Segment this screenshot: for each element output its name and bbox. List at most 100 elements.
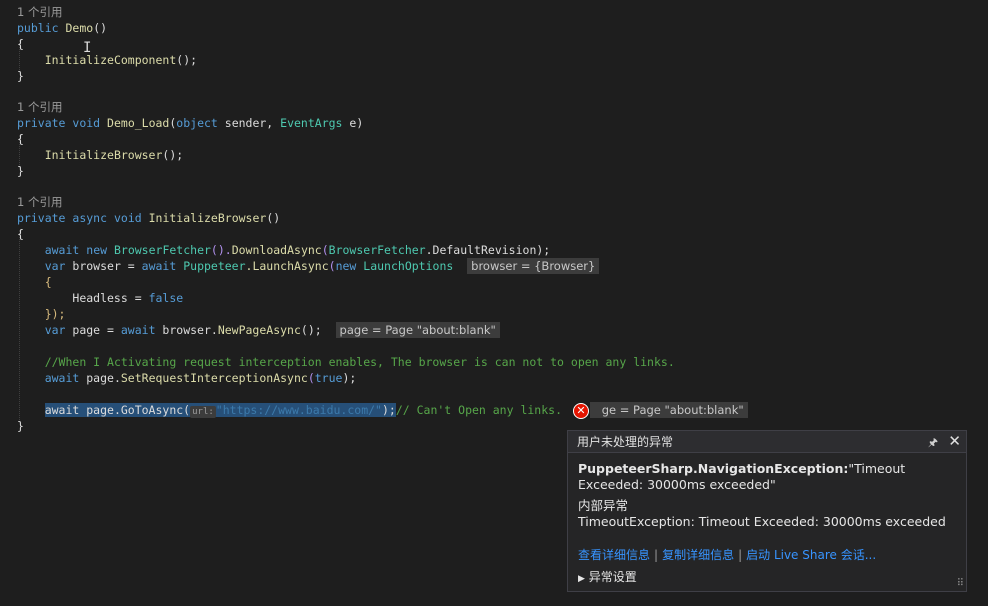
triangle-right-icon: ▶ [578, 574, 585, 584]
code-text: browser = [65, 259, 142, 273]
code-line: InitializeComponent(); [17, 52, 197, 68]
variable-datatip[interactable]: ge = Page "about:blank" [589, 402, 748, 418]
code-line: InitializeBrowser(); [17, 147, 183, 163]
keyword: await [44, 243, 80, 257]
resize-grip-icon[interactable]: ⠿ [957, 578, 964, 589]
popup-title: 用户未处理的异常 [577, 435, 674, 449]
code-text: () [93, 21, 108, 35]
link-separator: | [654, 548, 659, 562]
code-text: ( [321, 243, 329, 257]
variable-datatip[interactable]: browser = {Browser} [467, 258, 600, 274]
code-text: ( [328, 259, 336, 273]
keyword: void [113, 211, 142, 225]
exception-message: PuppeteerSharp.NavigationException:"Time… [578, 461, 956, 493]
reference-count[interactable]: 1 个引用 [17, 99, 62, 115]
code-line: private void Demo_Load(object sender, Ev… [17, 115, 363, 131]
code-text: sender, [217, 116, 281, 130]
code-text: ); [342, 371, 357, 385]
keyword: var [44, 259, 66, 273]
code-text: browser. [155, 323, 218, 337]
code-line: await page.SetRequestInterceptionAsync(t… [17, 370, 357, 386]
view-details-link[interactable]: 查看详细信息 [578, 548, 650, 562]
link-separator: | [738, 548, 743, 562]
keyword: object [176, 116, 218, 130]
code-text: ); [536, 243, 551, 257]
inner-exception-message: TimeoutException: Timeout Exceeded: 3000… [578, 514, 946, 529]
code-line: } [17, 164, 24, 178]
type-name: EventArgs [280, 116, 343, 130]
parameter-hint: url: [190, 406, 216, 418]
type-name: BrowserFetcher [328, 243, 426, 257]
reference-count[interactable]: 1 个引用 [17, 194, 62, 210]
keyword: async [72, 211, 108, 225]
code-text: page = [65, 323, 121, 337]
keyword: true [314, 371, 343, 385]
code-text: ( [307, 371, 315, 385]
code-text: e) [342, 116, 364, 130]
exception-settings-label: 异常设置 [588, 570, 637, 584]
action-links: 查看详细信息 | 复制详细信息 | 启动 Live Share 会话... [578, 547, 956, 563]
keyword: await [141, 259, 177, 273]
code-text: { [44, 275, 52, 289]
method-name: InitializeBrowser [148, 211, 267, 225]
highlighted-code: ); [381, 403, 396, 417]
code-line: { [17, 274, 52, 290]
code-text: (); [300, 323, 322, 337]
code-line: public Demo() [17, 20, 107, 36]
exception-settings-toggle[interactable]: ▶ 异常设置 [578, 569, 956, 587]
exception-type: PuppeteerSharp.NavigationException: [578, 461, 849, 476]
code-text: Headless = [72, 291, 149, 305]
reference-count[interactable]: 1 个引用 [17, 4, 62, 20]
code-line: { [17, 227, 24, 241]
keyword: private [17, 211, 66, 225]
code-line: } [17, 419, 24, 433]
copy-details-link[interactable]: 复制详细信息 [662, 548, 734, 562]
method-call: InitializeComponent [44, 53, 177, 67]
keyword: void [72, 116, 101, 130]
code-text: (); [176, 53, 198, 67]
code-text: (). [210, 243, 232, 257]
code-line: }); [17, 306, 66, 322]
type-name: Puppeteer [183, 259, 246, 273]
method-name: Demo_Load [107, 116, 170, 130]
keyword: new [86, 243, 108, 257]
code-line: var browser = await Puppeteer.LaunchAsyn… [17, 258, 600, 274]
code-comment: //When I Activating request interception… [17, 354, 675, 370]
live-share-link[interactable]: 启动 Live Share 会话... [746, 548, 876, 562]
variable-datatip[interactable]: page = Page "about:blank" [335, 322, 500, 338]
exception-helper-popup: 用户未处理的异常 🖈 ✕ PuppeteerSharp.NavigationEx… [567, 430, 967, 592]
code-line: { [17, 37, 24, 51]
code-text: page. [79, 371, 121, 385]
comment-text: //When I Activating request interception… [44, 355, 675, 369]
code-line: } [17, 69, 24, 83]
method-call: SetRequestInterceptionAsync [120, 371, 308, 385]
method-call: DownloadAsync [231, 243, 322, 257]
keyword: var [44, 323, 66, 337]
keyword: false [148, 291, 184, 305]
type-name: BrowserFetcher [113, 243, 211, 257]
method-call: InitializeBrowser [44, 148, 163, 162]
string-literal: "https://www.baidu.com/" [215, 403, 382, 417]
highlighted-code: await page.GoToAsync( [44, 403, 191, 417]
code-text: .DefaultRevision [425, 243, 537, 257]
code-line-current-statement: await page.GoToAsync(url: "https://www.ba… [17, 402, 748, 418]
keyword: await [44, 371, 80, 385]
keyword: private [17, 116, 66, 130]
method-name: Demo [65, 21, 94, 35]
code-line: var page = await browser.NewPageAsync();… [17, 322, 500, 338]
type-name: LaunchOptions [363, 259, 454, 273]
keyword: public [17, 21, 59, 35]
popup-body: PuppeteerSharp.NavigationException:"Time… [568, 453, 966, 595]
comment-text: // Can't Open any links. [395, 403, 562, 417]
keyword: new [335, 259, 357, 273]
code-text: }); [44, 307, 66, 321]
error-circle-icon[interactable]: ✕ [573, 403, 589, 419]
code-line: private async void InitializeBrowser() [17, 210, 280, 226]
pin-icon[interactable]: 🖈 [928, 434, 938, 453]
code-line: Headless = false [17, 290, 183, 306]
code-text: (); [162, 148, 184, 162]
method-call: NewPageAsync [217, 323, 301, 337]
popup-header: 用户未处理的异常 🖈 ✕ [568, 431, 966, 453]
code-line: { [17, 132, 24, 146]
close-icon[interactable]: ✕ [948, 432, 961, 450]
